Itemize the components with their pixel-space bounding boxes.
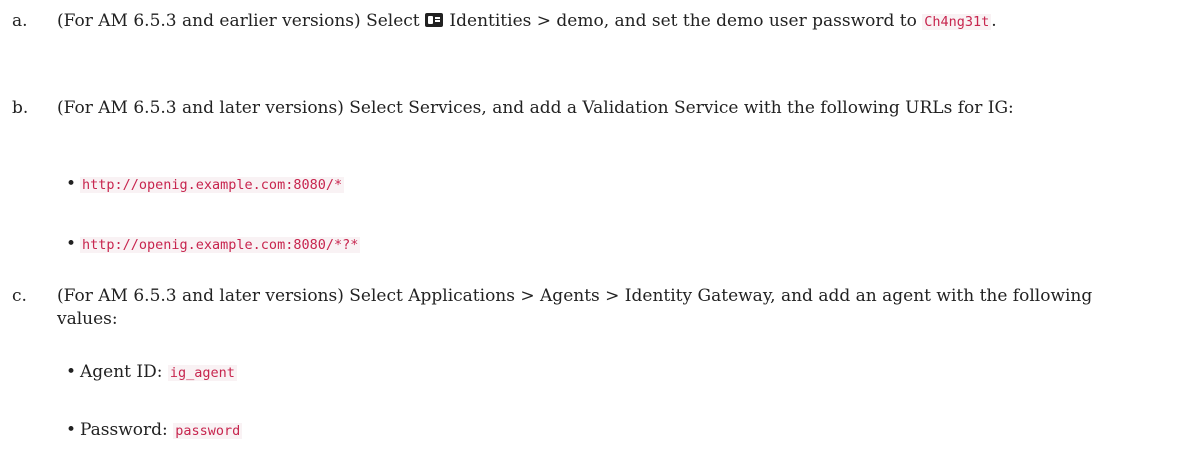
bullet-glyph: • — [66, 420, 77, 440]
value-label: Password: — [80, 420, 174, 440]
step-text: (For AM 6.5.3 and later versions) Select… — [57, 98, 1014, 118]
url-code: http://openig.example.com:8080/* — [80, 177, 345, 193]
inline-code-password: Ch4ng31t — [922, 14, 992, 30]
step-text-end: . — [991, 11, 997, 31]
identities-card-icon — [425, 13, 444, 27]
value-code: ig_agent — [167, 365, 237, 381]
document-page: a. (For AM 6.5.3 and earlier versions) S… — [0, 0, 1192, 459]
step-marker: b. — [12, 98, 29, 118]
step-text: (For AM 6.5.3 and later versions) Select… — [57, 286, 1093, 329]
list-item: • http://openig.example.com:8080/*?* — [66, 233, 1116, 257]
step-marker: a. — [12, 11, 28, 31]
list-item: • Agent ID: ig_agent — [66, 361, 1116, 385]
step-text: (For AM 6.5.3 and earlier versions) Sele… — [57, 10, 1137, 34]
bullet-glyph: • — [66, 362, 77, 382]
step-marker: c. — [12, 286, 27, 306]
step-text-before: (For AM 6.5.3 and earlier versions) Sele… — [57, 11, 426, 31]
list-item: • Password: password — [66, 419, 1116, 443]
step-text-after: Identities > demo, and set the demo user… — [444, 11, 923, 31]
bullet-glyph: • — [66, 174, 77, 194]
value-code: password — [173, 423, 243, 439]
url-code: http://openig.example.com:8080/*?* — [80, 237, 361, 253]
bullet-glyph: • — [66, 234, 77, 254]
value-label: Agent ID: — [80, 362, 168, 382]
list-item: • http://openig.example.com:8080/* — [66, 173, 1116, 197]
